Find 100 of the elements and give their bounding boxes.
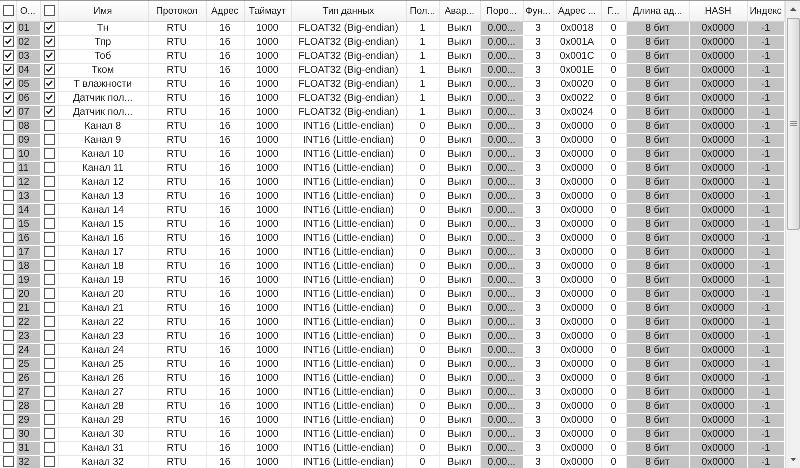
table-cell: Канал 19 <box>58 274 148 288</box>
checkbox[interactable] <box>3 442 14 454</box>
checkbox[interactable] <box>3 274 14 286</box>
checkbox[interactable] <box>3 316 14 328</box>
column-header[interactable]: Авар... <box>439 1 480 22</box>
checkbox[interactable] <box>3 162 14 174</box>
table-cell: 1000 <box>244 176 292 190</box>
checkbox[interactable] <box>44 358 54 370</box>
table-cell: 0 <box>406 400 440 414</box>
checkbox[interactable] <box>44 400 54 412</box>
scroll-thumb[interactable] <box>787 18 800 230</box>
column-header[interactable]: Имя <box>58 1 148 22</box>
checkbox[interactable] <box>44 162 54 174</box>
checkbox[interactable] <box>44 344 54 356</box>
column-header[interactable]: Адрес <box>206 1 244 22</box>
table-cell: 1000 <box>244 260 292 274</box>
checkbox[interactable] <box>44 260 54 272</box>
checkbox[interactable] <box>3 414 14 426</box>
table-cell: 3 <box>523 344 554 358</box>
checkbox[interactable] <box>44 50 54 62</box>
checkbox[interactable] <box>44 22 54 34</box>
column-header[interactable]: HASH <box>689 1 748 22</box>
table-cell: 8 бит <box>626 428 690 442</box>
column-header[interactable]: Тип данных <box>291 1 406 22</box>
checkbox[interactable] <box>3 5 14 16</box>
checkbox[interactable] <box>3 36 14 48</box>
checkbox[interactable] <box>3 246 14 258</box>
checkbox[interactable] <box>3 218 14 230</box>
table-cell: 0 <box>601 386 626 400</box>
checkbox[interactable] <box>44 36 54 48</box>
checkbox[interactable] <box>44 302 54 314</box>
checkbox[interactable] <box>44 176 54 188</box>
checkbox[interactable] <box>44 428 54 440</box>
checkbox[interactable] <box>3 176 14 188</box>
scrollbar[interactable] <box>785 1 800 468</box>
checkbox[interactable] <box>44 288 54 300</box>
checkbox[interactable] <box>3 78 14 90</box>
checkbox[interactable] <box>3 50 14 62</box>
checkbox[interactable] <box>3 358 14 370</box>
checkbox[interactable] <box>44 78 54 90</box>
checkbox[interactable] <box>44 134 54 146</box>
checkbox[interactable] <box>44 148 54 160</box>
checkbox[interactable] <box>3 148 14 160</box>
column-header[interactable]: Таймаут <box>244 1 292 22</box>
column-header[interactable]: Г... <box>601 1 626 22</box>
checkbox[interactable] <box>3 344 14 356</box>
checkbox[interactable] <box>44 232 54 244</box>
column-header[interactable]: Индекс <box>747 1 784 22</box>
checkbox[interactable] <box>44 372 54 384</box>
checkbox[interactable] <box>44 204 54 216</box>
column-header[interactable]: Поро... <box>480 1 524 22</box>
checkbox[interactable] <box>44 330 54 342</box>
checkbox[interactable] <box>3 288 14 300</box>
checkbox[interactable] <box>44 64 54 76</box>
checkbox[interactable] <box>3 400 14 412</box>
table-cell: 0 <box>601 162 626 176</box>
checkbox[interactable] <box>3 330 14 342</box>
checkbox[interactable] <box>44 190 54 202</box>
checkbox[interactable] <box>3 92 14 104</box>
table-cell: INT16 (Little-endian) <box>291 190 406 204</box>
checkbox[interactable] <box>44 120 54 132</box>
table-cell: 0x001E <box>553 64 602 78</box>
checkbox[interactable] <box>44 106 54 118</box>
column-header[interactable]: Пол... <box>406 1 440 22</box>
checkbox[interactable] <box>3 260 14 272</box>
checkbox[interactable] <box>44 92 54 104</box>
checkbox[interactable] <box>3 106 14 118</box>
column-header[interactable]: Протокол <box>148 1 206 22</box>
checkbox[interactable] <box>44 5 54 16</box>
column-header[interactable]: Длина ад... <box>626 1 690 22</box>
checkbox[interactable] <box>3 386 14 398</box>
checkbox[interactable] <box>44 386 54 398</box>
table-cell: 0 <box>601 36 626 50</box>
checkbox[interactable] <box>3 204 14 216</box>
table-cell: 0x0000 <box>689 36 748 50</box>
checkbox[interactable] <box>3 302 14 314</box>
checkbox[interactable] <box>3 190 14 202</box>
checkbox[interactable] <box>3 372 14 384</box>
checkbox[interactable] <box>3 134 14 146</box>
table-cell: Выкл <box>439 134 480 148</box>
table-cell: 16 <box>206 456 244 468</box>
checkbox[interactable] <box>44 442 54 454</box>
checkbox[interactable] <box>3 120 14 132</box>
checkbox[interactable] <box>3 64 14 76</box>
table-cell: 1000 <box>244 134 292 148</box>
column-header[interactable]: Адрес ... <box>553 1 602 22</box>
checkbox[interactable] <box>3 232 14 244</box>
checkbox[interactable] <box>44 456 54 468</box>
table-cell: 1000 <box>244 78 292 92</box>
checkbox[interactable] <box>44 414 54 426</box>
checkbox[interactable] <box>3 22 14 34</box>
checkbox[interactable] <box>44 274 54 286</box>
column-header[interactable]: О... <box>16 1 40 22</box>
checkbox[interactable] <box>3 456 14 468</box>
checkbox[interactable] <box>44 218 54 230</box>
checkbox[interactable] <box>3 428 14 440</box>
table-cell: -1 <box>747 302 784 316</box>
checkbox[interactable] <box>44 316 54 328</box>
checkbox[interactable] <box>44 246 54 258</box>
column-header[interactable]: Фун... <box>523 1 554 22</box>
